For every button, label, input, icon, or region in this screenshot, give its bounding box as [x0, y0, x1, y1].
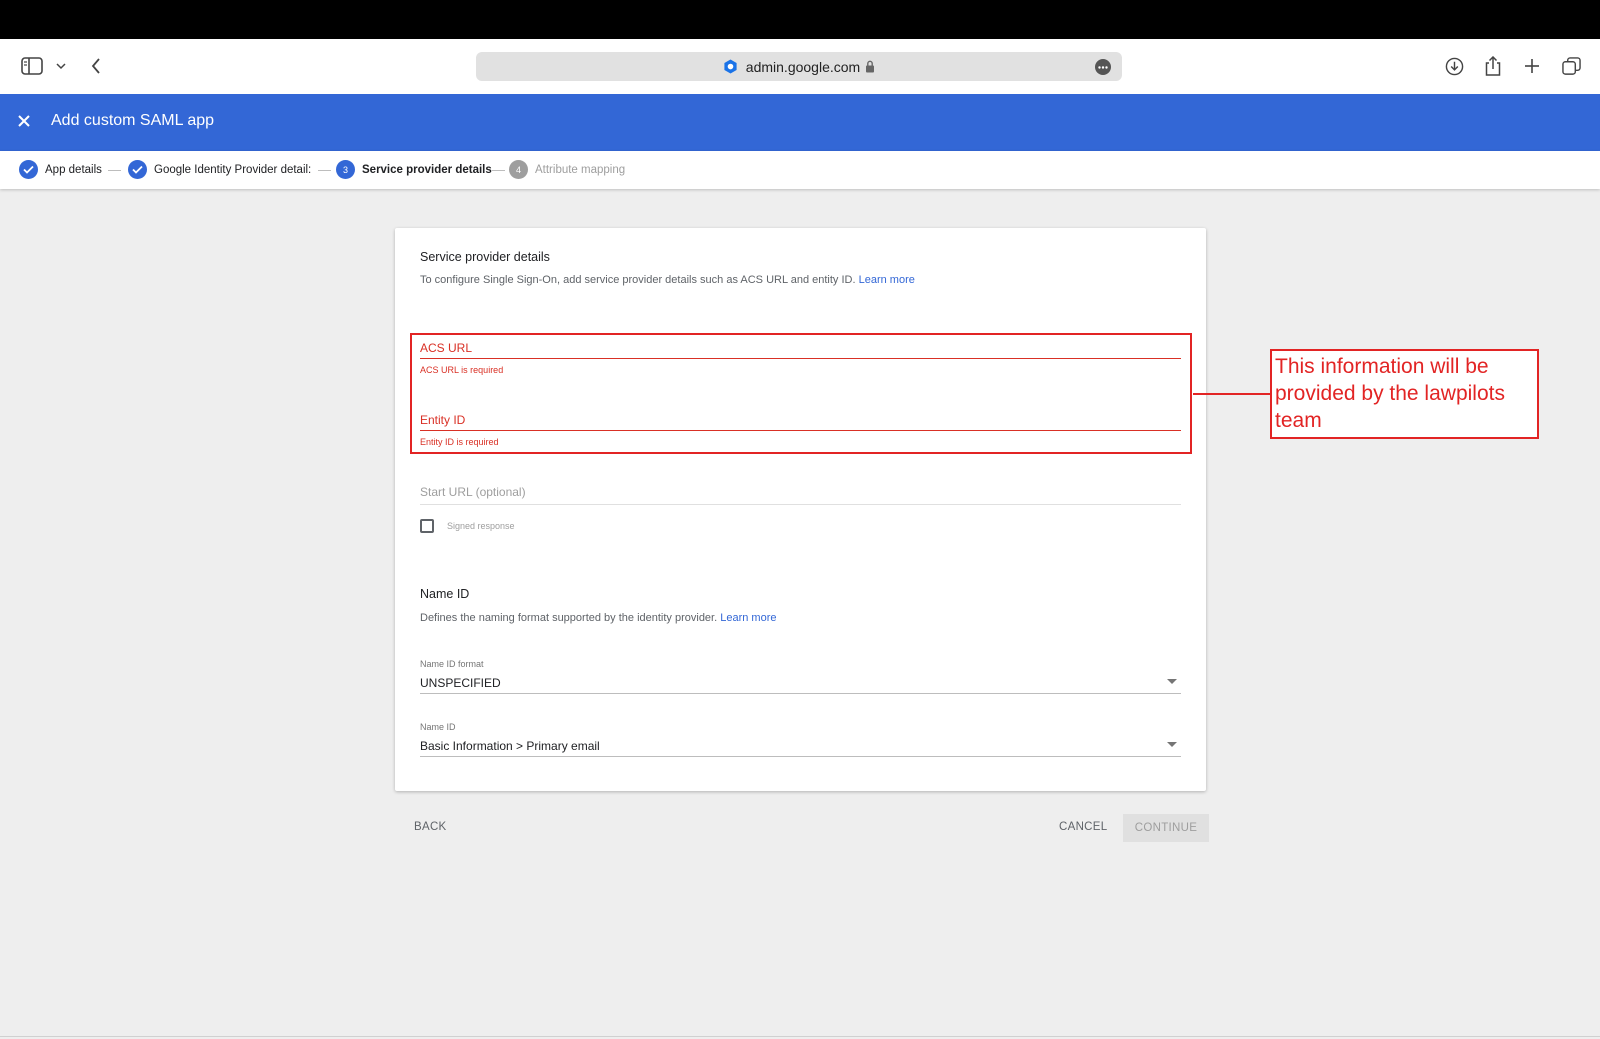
step-connector — [108, 170, 121, 171]
select-value: UNSPECIFIED — [420, 676, 501, 690]
page-title: Add custom SAML app — [51, 112, 215, 129]
select-label: Name ID format — [420, 659, 484, 669]
step-attribute-mapping: 4 Attribute mapping — [509, 160, 625, 179]
back-arrow-icon[interactable] — [88, 56, 104, 76]
select-underline — [420, 693, 1181, 694]
name-id-description: Defines the naming format supported by t… — [420, 612, 777, 624]
section-description: To configure Single Sign-On, add service… — [420, 274, 915, 286]
step-label: Service provider details — [362, 163, 492, 176]
acs-url-label: ACS URL — [420, 341, 473, 355]
app-header: Add custom SAML app — [0, 94, 1600, 151]
lock-icon — [865, 60, 875, 73]
acs-url-error: ACS URL is required — [420, 365, 504, 375]
field-underline — [420, 358, 1181, 359]
check-icon — [19, 160, 38, 179]
address-bar[interactable]: admin.google.com — [476, 52, 1122, 81]
select-underline — [420, 756, 1181, 757]
section-title: Service provider details — [420, 250, 550, 264]
field-underline — [420, 504, 1181, 505]
tab-overview-icon[interactable] — [1560, 56, 1582, 76]
new-tab-icon[interactable] — [1522, 56, 1542, 76]
select-value: Basic Information > Primary email — [420, 739, 600, 753]
screen-top-bezel — [0, 0, 1600, 39]
entity-id-label: Entity ID — [420, 413, 466, 427]
name-id-format-select[interactable]: Name ID format UNSPECIFIED — [420, 659, 1181, 695]
step-connector — [492, 170, 505, 171]
signed-response-checkbox[interactable] — [420, 519, 434, 533]
check-icon — [128, 160, 147, 179]
page-menu-icon[interactable] — [1095, 59, 1111, 75]
learn-more-link[interactable]: Learn more — [859, 274, 915, 286]
step-number: 3 — [336, 160, 355, 179]
step-connector — [318, 170, 331, 171]
select-label: Name ID — [420, 722, 456, 732]
step-service-provider-details[interactable]: 3 Service provider details — [336, 160, 492, 179]
browser-toolbar: admin.google.com — [0, 39, 1600, 95]
start-url-label: Start URL (optional) — [420, 485, 526, 499]
step-label: Google Identity Provider detail: — [154, 163, 312, 176]
cancel-button[interactable]: CANCEL — [1059, 821, 1107, 833]
entity-id-error: Entity ID is required — [420, 437, 499, 447]
step-label: App details — [45, 163, 102, 176]
sidebar-toggle-icon[interactable] — [20, 56, 44, 76]
annotation-callout: This information will be provided by the… — [1270, 349, 1539, 439]
step-number: 4 — [509, 160, 528, 179]
entity-id-field[interactable]: Entity ID Entity ID is required — [420, 413, 1181, 453]
chevron-down-icon[interactable] — [54, 59, 68, 73]
field-underline — [420, 430, 1181, 431]
stepper: App details Google Identity Provider det… — [0, 151, 1600, 189]
acs-url-field[interactable]: ACS URL ACS URL is required — [420, 341, 1181, 381]
start-url-field[interactable]: Start URL (optional) — [420, 485, 1181, 507]
signed-response-row[interactable]: Signed response — [420, 519, 515, 533]
name-id-title: Name ID — [420, 587, 470, 601]
name-id-select[interactable]: Name ID Basic Information > Primary emai… — [420, 722, 1181, 758]
learn-more-link[interactable]: Learn more — [720, 612, 776, 624]
signed-response-label: Signed response — [447, 521, 515, 531]
dropdown-arrow-icon — [1167, 679, 1177, 684]
annotation-connector-line — [1193, 393, 1271, 395]
url-text: admin.google.com — [745, 58, 861, 75]
step-app-details[interactable]: App details — [19, 160, 102, 179]
close-icon[interactable] — [17, 114, 34, 131]
continue-button[interactable]: CONTINUE — [1123, 814, 1209, 842]
back-button[interactable]: BACK — [414, 821, 447, 833]
bottom-divider — [0, 1036, 1600, 1037]
service-provider-card: Service provider details To configure Si… — [395, 228, 1206, 791]
step-google-idp-details[interactable]: Google Identity Provider detail: — [128, 160, 311, 179]
google-admin-icon — [723, 59, 738, 74]
download-icon[interactable] — [1444, 56, 1464, 76]
share-icon[interactable] — [1484, 55, 1502, 77]
dropdown-arrow-icon — [1167, 742, 1177, 747]
step-label: Attribute mapping — [535, 163, 626, 176]
